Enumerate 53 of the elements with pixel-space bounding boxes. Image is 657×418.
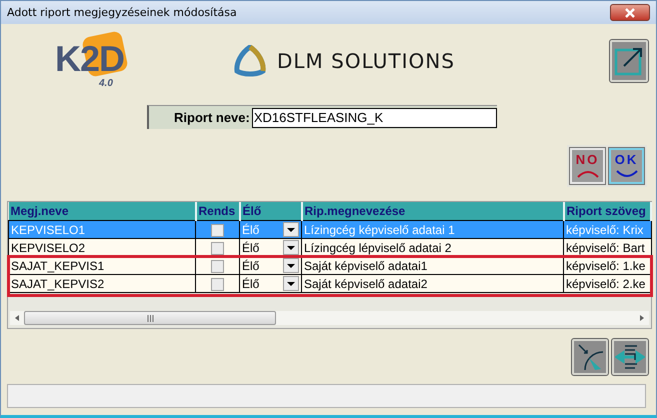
close-icon — [624, 8, 636, 18]
scroll-left-icon[interactable] — [15, 315, 19, 321]
dropdown-value: Élő — [242, 240, 260, 254]
company-logo-text: DLM SOLUTIONS — [277, 49, 455, 73]
table-cell: SAJAT_KEPVIS1 — [11, 258, 104, 272]
scroll-thumb[interactable] — [24, 311, 276, 325]
table-cell: Lízingcég lépviselő adatai 2 — [304, 240, 452, 254]
table-cell: Lízingcég képviselő adatai 1 — [304, 222, 455, 236]
export-button[interactable] — [610, 40, 648, 82]
table-cell: KEPVISELO2 — [11, 240, 86, 254]
table-row[interactable]: KEPVISELO1 Élő Lízingcég képviselő adatai 1 képviselő: Krix — [8, 220, 651, 238]
checkbox[interactable] — [211, 224, 224, 237]
caret-icon — [287, 282, 295, 286]
dropdown-value: Élő — [242, 276, 260, 290]
table-cell: Saját képviselő adatai1 — [304, 258, 428, 272]
column-header[interactable]: Rends — [196, 202, 240, 220]
dropdown-button[interactable] — [283, 240, 299, 255]
edit-icon — [614, 46, 644, 76]
dropdown-button[interactable] — [283, 222, 299, 237]
column-header[interactable]: Megj.neve — [8, 202, 196, 220]
transfer-button[interactable] — [612, 339, 648, 375]
triangle-logo-icon — [233, 45, 267, 77]
report-name-label: Riport neve: — [173, 110, 251, 125]
report-name-field[interactable]: XD16STFLEASING_K — [252, 108, 497, 128]
table-row[interactable]: SAJAT_KEPVIS1 Élő Saját képviselő adatai1 képviselő: 1.ke — [8, 256, 651, 274]
column-header[interactable]: Rip.megnevezése — [302, 202, 564, 220]
table-cell: képviselő: 1.ke — [566, 258, 646, 272]
table-cell: képviselő: Bart — [566, 240, 645, 254]
checkbox[interactable] — [211, 278, 224, 291]
column-header[interactable]: Riport szöveg — [564, 202, 651, 220]
table-cell: Saját képviselő adatai2 — [304, 276, 428, 290]
column-header[interactable]: Élő — [240, 202, 302, 220]
table-cell: SAJAT_KEPVIS2 — [11, 276, 104, 290]
table-cell: képviselő: 2.ke — [566, 276, 646, 290]
window-title: Adott riport megjegyzéseinek módosítása — [7, 6, 237, 19]
checkbox[interactable] — [211, 260, 224, 273]
ok-button[interactable]: OK — [609, 148, 644, 184]
caret-icon — [287, 228, 295, 232]
horizontal-scrollbar[interactable] — [10, 311, 649, 325]
table-row[interactable]: KEPVISELO2 Élő Lízingcég lépviselő adatai 2 képviselő: Bart — [8, 238, 651, 256]
dropdown-button[interactable] — [283, 276, 299, 291]
table-cell: képviselő: Krix — [566, 222, 644, 236]
dropdown-button[interactable] — [283, 258, 299, 273]
dropdown-value: Élő — [242, 258, 260, 272]
dropdown-value: Élő — [242, 222, 260, 236]
caret-icon — [287, 246, 295, 250]
close-button[interactable] — [610, 4, 650, 21]
scroll-right-icon[interactable] — [640, 315, 644, 321]
gauge-button[interactable] — [572, 339, 608, 375]
table-cell: KEPVISELO1 — [11, 222, 86, 236]
caret-icon — [287, 264, 295, 268]
table-row[interactable]: SAJAT_KEPVIS2 Élő Saját képviselő adatai2 képviselő: 2.ke — [8, 274, 651, 292]
checkbox[interactable] — [211, 242, 224, 255]
